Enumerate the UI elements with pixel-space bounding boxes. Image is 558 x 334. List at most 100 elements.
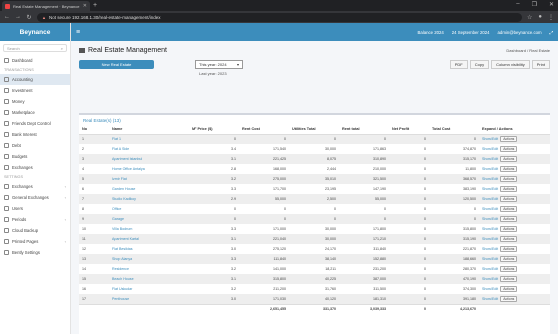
column-header[interactable]: Expand / Actions xyxy=(479,125,550,135)
sidebar-item[interactable]: Friends Dept Control xyxy=(0,118,70,129)
real-estate-name-link[interactable]: Penthouse xyxy=(109,294,189,304)
copy-button[interactable]: Copy xyxy=(469,60,490,69)
actions-button[interactable]: Actions xyxy=(500,276,518,282)
fullscreen-icon[interactable]: ⤢ xyxy=(550,30,553,35)
sidebar-item[interactable]: Money xyxy=(0,96,70,107)
new-real-estate-button[interactable]: New Real Estate xyxy=(79,60,154,69)
close-window-button[interactable]: ✕ xyxy=(549,1,554,8)
show-edit-link[interactable]: Show/Edit xyxy=(482,207,498,211)
back-icon[interactable]: ← xyxy=(4,14,10,20)
show-edit-link[interactable]: Show/Edit xyxy=(482,277,498,281)
sidebar-item[interactable]: Printed Pages ‹ xyxy=(0,236,70,247)
sidebar-item[interactable]: Bank Interest xyxy=(0,129,70,140)
breadcrumb[interactable]: Dashboard / Real Estate xyxy=(506,48,550,53)
actions-button[interactable]: Actions xyxy=(500,186,518,192)
show-edit-link[interactable]: Show/Edit xyxy=(482,267,498,271)
show-edit-link[interactable]: Show/Edit xyxy=(482,197,498,201)
star-icon[interactable]: ☆ xyxy=(527,14,532,21)
actions-button[interactable]: Actions xyxy=(500,256,518,262)
show-edit-link[interactable]: Show/Edit xyxy=(482,287,498,291)
real-estate-name-link[interactable]: Flat A Side xyxy=(109,144,189,154)
reload-icon[interactable]: ↻ xyxy=(26,14,32,21)
real-estate-name-link[interactable]: Residence xyxy=(109,264,189,274)
show-edit-link[interactable]: Show/Edit xyxy=(482,217,498,221)
actions-button[interactable]: Actions xyxy=(500,166,518,172)
sidebar-item[interactable]: Accounting xyxy=(0,74,70,85)
actions-button[interactable]: Actions xyxy=(500,156,518,162)
actions-button[interactable]: Actions xyxy=(500,216,518,222)
show-edit-link[interactable]: Show/Edit xyxy=(482,147,498,151)
show-edit-link[interactable]: Show/Edit xyxy=(482,177,498,181)
actions-button[interactable]: Actions xyxy=(500,206,518,212)
show-edit-link[interactable]: Show/Edit xyxy=(482,297,498,301)
real-estate-name-link[interactable]: Izmir Flat xyxy=(109,174,189,184)
sidebar-item[interactable]: Debt xyxy=(0,140,70,151)
real-estate-name-link[interactable]: Office xyxy=(109,204,189,214)
real-estate-name-link[interactable]: Villa Bodrum xyxy=(109,224,189,234)
show-edit-link[interactable]: Show/Edit xyxy=(482,237,498,241)
sidebar-item[interactable]: Marketplace xyxy=(0,107,70,118)
show-edit-link[interactable]: Show/Edit xyxy=(482,247,498,251)
search-icon[interactable]: ⌕ xyxy=(61,46,63,51)
show-edit-link[interactable]: Show/Edit xyxy=(482,137,498,141)
actions-button[interactable]: Actions xyxy=(500,176,518,182)
actions-button[interactable]: Actions xyxy=(500,226,518,232)
real-estate-name-link[interactable]: Garden House xyxy=(109,184,189,194)
sidebar-item[interactable]: Exchanges ‹ xyxy=(0,181,70,192)
actions-button[interactable]: Actions xyxy=(500,146,518,152)
forward-icon[interactable]: → xyxy=(15,14,21,20)
column-header[interactable]: Utilities Total xyxy=(289,125,339,135)
actions-button[interactable]: Actions xyxy=(500,246,518,252)
show-edit-link[interactable]: Show/Edit xyxy=(482,227,498,231)
period-select[interactable]: This year: 2024 ▾ xyxy=(195,60,243,69)
real-estate-name-link[interactable]: Home Office Antalya xyxy=(109,164,189,174)
column-header[interactable]: Total Cost xyxy=(429,125,479,135)
actions-button[interactable]: Actions xyxy=(500,136,518,143)
brand-logo[interactable]: Beynance xyxy=(0,23,70,41)
sidebar-item[interactable]: Users xyxy=(0,203,70,214)
show-edit-link[interactable]: Show/Edit xyxy=(482,257,498,261)
column-header[interactable]: No xyxy=(79,125,109,135)
column-header[interactable]: Rent Cost xyxy=(239,125,289,135)
real-estate-name-link[interactable]: Apartment Kartal xyxy=(109,234,189,244)
real-estate-name-link[interactable]: Apartment Istanbul xyxy=(109,154,189,164)
print-button[interactable]: Print xyxy=(531,60,550,69)
url-field[interactable]: ▲ Not secure 192.168.1.30/real-estate-ma… xyxy=(37,12,522,22)
column-header[interactable]: Rent total xyxy=(339,125,389,135)
show-edit-link[interactable]: Show/Edit xyxy=(482,167,498,171)
real-estate-name-link[interactable]: Flat Uskudar xyxy=(109,284,189,294)
actions-button[interactable]: Actions xyxy=(500,196,518,202)
new-tab-button[interactable]: + xyxy=(93,2,97,9)
pdf-button[interactable]: PDF xyxy=(449,60,468,69)
close-tab-icon[interactable]: ✕ xyxy=(83,3,87,9)
real-estate-name-link[interactable]: Studio Kadikoy xyxy=(109,194,189,204)
period-select-option[interactable]: Last year: 2023 xyxy=(199,71,227,76)
actions-button[interactable]: Actions xyxy=(500,286,518,292)
show-edit-link[interactable]: Show/Edit xyxy=(482,187,498,191)
actions-button[interactable]: Actions xyxy=(500,295,518,302)
minimize-button[interactable]: – xyxy=(516,1,519,8)
topbar-user[interactable]: admin@beynance.com xyxy=(498,30,542,35)
sidebar-item[interactable]: Exchanges xyxy=(0,162,70,173)
column-header[interactable]: Net Profit xyxy=(389,125,429,135)
hamburger-icon[interactable]: ≡ xyxy=(76,29,80,36)
sidebar-search[interactable]: Search ⌕ xyxy=(3,44,67,52)
real-estate-name-link[interactable]: Garage xyxy=(109,214,189,224)
sidebar-item[interactable]: Budgets xyxy=(0,151,70,162)
search-input[interactable]: Search xyxy=(7,46,20,51)
sidebar-item[interactable]: Periods ‹ xyxy=(0,214,70,225)
real-estate-name-link[interactable]: Flat 1 xyxy=(109,134,189,144)
actions-button[interactable]: Actions xyxy=(500,236,518,242)
real-estate-name-link[interactable]: Beach House xyxy=(109,274,189,284)
column-visibility-button[interactable]: Column visibility xyxy=(491,60,530,69)
sidebar-item[interactable]: Dashboard xyxy=(0,55,70,66)
sidebar-item[interactable]: General Exchanges ‹ xyxy=(0,192,70,203)
real-estate-name-link[interactable]: Shop Alanya xyxy=(109,254,189,264)
sidebar-item[interactable]: Cloud Backup xyxy=(0,225,70,236)
show-edit-link[interactable]: Show/Edit xyxy=(482,157,498,161)
browser-tab[interactable]: Real Estate Management · Beynance ✕ xyxy=(2,1,90,11)
column-header[interactable]: M² Price ($) xyxy=(189,125,239,135)
column-header[interactable]: Name xyxy=(109,125,189,135)
topbar-balance[interactable]: Balance 2024 xyxy=(418,30,444,35)
maximize-button[interactable]: ❐ xyxy=(532,1,537,8)
